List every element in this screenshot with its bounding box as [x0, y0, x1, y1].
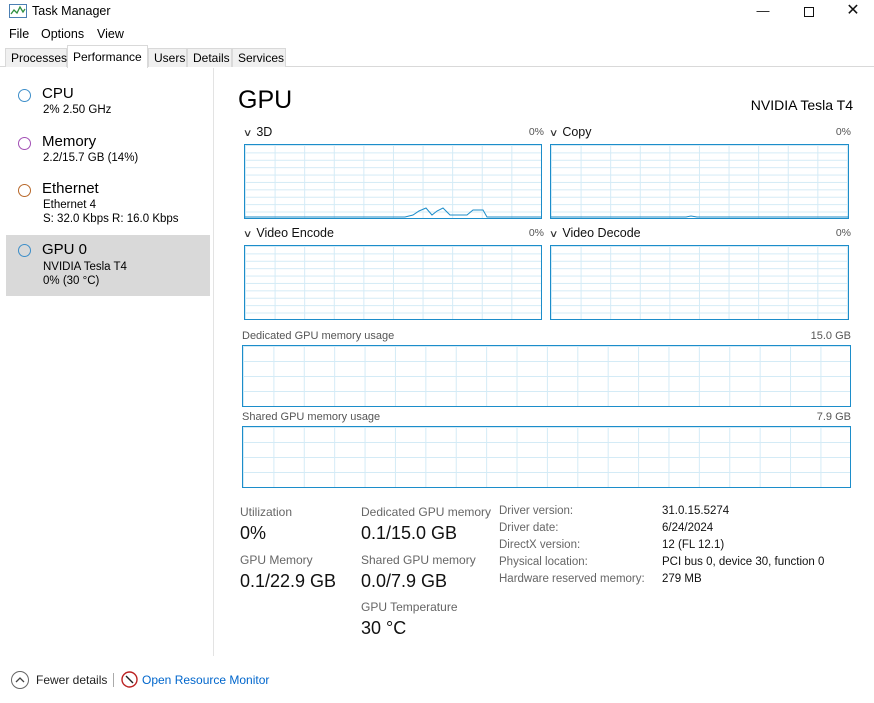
- engine-3d-graph: [244, 144, 542, 219]
- shared-memory-graph-label: Shared GPU memory usage: [242, 411, 381, 423]
- footer-divider: [113, 673, 114, 687]
- close-button[interactable]: ✕: [830, 0, 874, 22]
- minimize-icon: —: [756, 3, 770, 18]
- chevron-down-icon: ∨: [242, 229, 253, 240]
- engine-3d-activity-line: [245, 207, 541, 218]
- sidebar-item-throughput: S: 32.0 Kbps R: 16.0 Kbps: [43, 213, 179, 225]
- sidebar-item-detail: NVIDIA Tesla T4: [43, 261, 127, 273]
- tab-users[interactable]: Users: [148, 48, 187, 67]
- physical-location-value: PCI bus 0, device 30, function 0: [662, 556, 825, 568]
- chevron-down-icon: ∨: [242, 128, 253, 139]
- sidebar-item-label: Memory: [42, 133, 97, 150]
- engine-3d-selector[interactable]: ∨ 3D: [242, 125, 273, 139]
- driver-version-label: Driver version:: [499, 505, 574, 517]
- fewer-details-button[interactable]: Fewer details: [36, 673, 107, 687]
- menu-view[interactable]: View: [97, 27, 124, 41]
- driver-version-value: 31.0.15.5274: [662, 505, 730, 517]
- chevron-down-icon: ∨: [548, 229, 559, 240]
- sidebar-item-ethernet[interactable]: Ethernet Ethernet 4 S: 32.0 Kbps R: 16.0…: [6, 178, 210, 230]
- open-resource-monitor-link[interactable]: Open Resource Monitor: [142, 673, 269, 687]
- physical-location-label: Physical location:: [499, 556, 588, 568]
- directx-version-label: DirectX version:: [499, 539, 581, 551]
- sidebar-item-label: Ethernet: [42, 180, 99, 197]
- engine-copy-percent: 0%: [835, 126, 851, 138]
- footer: Fewer details Open Resource Monitor: [0, 665, 874, 695]
- memory-indicator-icon: [18, 137, 31, 150]
- chevron-up-icon[interactable]: [11, 671, 29, 689]
- driver-date-value: 6/24/2024: [662, 522, 714, 534]
- gpu-indicator-icon: [18, 244, 31, 257]
- engine-copy-label: Copy: [562, 125, 592, 139]
- utilization-label: Utilization: [240, 505, 293, 519]
- engine-video-encode-label: Video Encode: [256, 226, 334, 240]
- dedicated-memory-graph: [242, 345, 851, 407]
- engine-video-decode-selector[interactable]: ∨ Video Decode: [548, 226, 641, 240]
- sidebar-item-status: 0% (30 °C): [43, 275, 100, 287]
- shared-memory-graph: [242, 426, 851, 488]
- engine-video-decode-graph: [550, 245, 849, 320]
- engine-video-decode-percent: 0%: [835, 227, 851, 239]
- menu-file[interactable]: File: [9, 27, 29, 41]
- gpu-memory-value: 0.1/22.9 GB: [240, 571, 337, 591]
- window-title: Task Manager: [32, 4, 111, 18]
- dedicated-memory-label: Dedicated GPU memory: [361, 505, 492, 519]
- sidebar-item-label: CPU: [42, 85, 74, 102]
- shared-memory-label: Shared GPU memory: [361, 553, 476, 567]
- engine-3d-label: 3D: [256, 125, 273, 139]
- sidebar-item-detail: Ethernet 4: [43, 199, 97, 211]
- directx-version-value: 12 (FL 12.1): [662, 539, 725, 551]
- tab-details[interactable]: Details: [187, 48, 232, 67]
- close-icon: ✕: [846, 2, 860, 19]
- minimize-button[interactable]: —: [740, 0, 786, 22]
- resource-monitor-icon: [121, 671, 138, 688]
- shared-memory-value: 0.0/7.9 GB: [361, 571, 448, 591]
- engine-3d-percent: 0%: [528, 126, 544, 138]
- gpu-temperature-value: 30 °C: [361, 618, 407, 638]
- page-title: GPU: [238, 86, 293, 114]
- reserved-memory-label: Hardware reserved memory:: [499, 573, 645, 585]
- tab-services[interactable]: Services: [232, 48, 286, 67]
- engine-video-decode-label: Video Decode: [562, 226, 641, 240]
- shared-memory-graph-max: 7.9 GB: [816, 411, 851, 423]
- chevron-down-icon: ∨: [548, 128, 559, 139]
- menu-options[interactable]: Options: [41, 27, 84, 41]
- maximize-button[interactable]: [786, 0, 832, 22]
- tab-processes[interactable]: Processes: [5, 48, 67, 67]
- dedicated-memory-graph-max: 15.0 GB: [810, 330, 851, 342]
- gpu-model-name: NVIDIA Tesla T4: [750, 97, 853, 113]
- reserved-memory-value: 279 MB: [662, 573, 702, 585]
- utilization-value: 0%: [240, 523, 267, 543]
- dedicated-memory-graph-label: Dedicated GPU memory usage: [242, 330, 395, 342]
- engine-video-encode-percent: 0%: [528, 227, 544, 239]
- gpu-temperature-label: GPU Temperature: [361, 600, 458, 614]
- tab-bar: Processes Performance Users Details Serv…: [0, 45, 874, 68]
- title-bar: Task Manager — ✕: [0, 0, 874, 22]
- cpu-indicator-icon: [18, 89, 31, 102]
- resource-list: CPU 2% 2.50 GHz Memory 2.2/15.7 GB (14%)…: [0, 68, 214, 656]
- engine-video-encode-selector[interactable]: ∨ Video Encode: [242, 226, 334, 240]
- engine-copy-graph: [550, 144, 849, 219]
- engine-copy-activity-line: [551, 215, 848, 218]
- gpu-memory-label: GPU Memory: [240, 553, 313, 567]
- sidebar-item-label: GPU 0: [42, 241, 88, 258]
- maximize-icon: [804, 6, 814, 17]
- dedicated-memory-value: 0.1/15.0 GB: [361, 523, 458, 543]
- task-manager-icon: [9, 4, 27, 18]
- sidebar-item-cpu[interactable]: CPU 2% 2.50 GHz: [6, 82, 210, 120]
- engine-video-encode-graph: [244, 245, 542, 320]
- sidebar-item-detail: 2% 2.50 GHz: [43, 104, 112, 116]
- driver-date-label: Driver date:: [499, 522, 559, 534]
- tab-performance[interactable]: Performance: [67, 45, 148, 68]
- sidebar-item-gpu-0[interactable]: GPU 0 NVIDIA Tesla T4 0% (30 °C): [6, 235, 210, 296]
- sidebar-item-memory[interactable]: Memory 2.2/15.7 GB (14%): [6, 130, 210, 168]
- ethernet-indicator-icon: [18, 184, 31, 197]
- engine-copy-selector[interactable]: ∨ Copy: [548, 125, 592, 139]
- sidebar-item-detail: 2.2/15.7 GB (14%): [43, 152, 139, 164]
